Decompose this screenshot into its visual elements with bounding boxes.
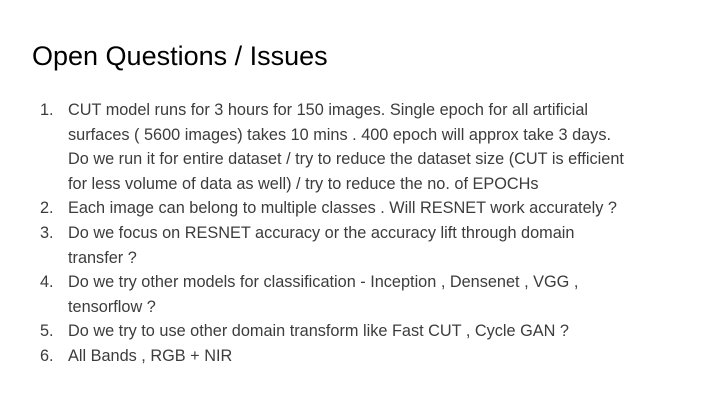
list-item-1: 1. CUT model runs for 3 hours for 150 im… [32, 98, 700, 196]
list-item-number: 5. [40, 322, 54, 341]
issue-list: 1. CUT model runs for 3 hours for 150 im… [32, 98, 700, 369]
list-item-number: 2. [40, 199, 54, 218]
list-item-2: 2. Each image can belong to multiple cla… [32, 196, 700, 221]
list-item-text: Do we focus on RESNET accuracy or the ac… [68, 223, 575, 267]
list-item-text: Each image can belong to multiple classe… [68, 199, 617, 218]
slide: Open Questions / Issues 1. CUT model run… [0, 0, 720, 405]
list-item-text: Do we try other models for classificatio… [68, 273, 579, 316]
list-item-number: 3. [40, 223, 54, 242]
list-item-4: 4. Do we try other models for classifica… [32, 270, 700, 319]
list-item-number: 4. [40, 273, 54, 292]
list-item-6: 6. All Bands , RGB + NIR [32, 344, 700, 369]
slide-title: Open Questions / Issues [32, 41, 328, 71]
list-item-3: 3. Do we focus on RESNET accuracy or the… [32, 221, 700, 270]
list-item-text: CUT model runs for 3 hours for 150 image… [68, 101, 624, 193]
list-item-number: 6. [40, 346, 54, 365]
list-item-number: 1. [40, 101, 54, 119]
list-item-text: Do we try to use other domain transform … [68, 322, 569, 341]
list-item-text: All Bands , RGB + NIR [68, 346, 233, 365]
list-item-5: 5. Do we try to use other domain transfo… [32, 319, 700, 344]
